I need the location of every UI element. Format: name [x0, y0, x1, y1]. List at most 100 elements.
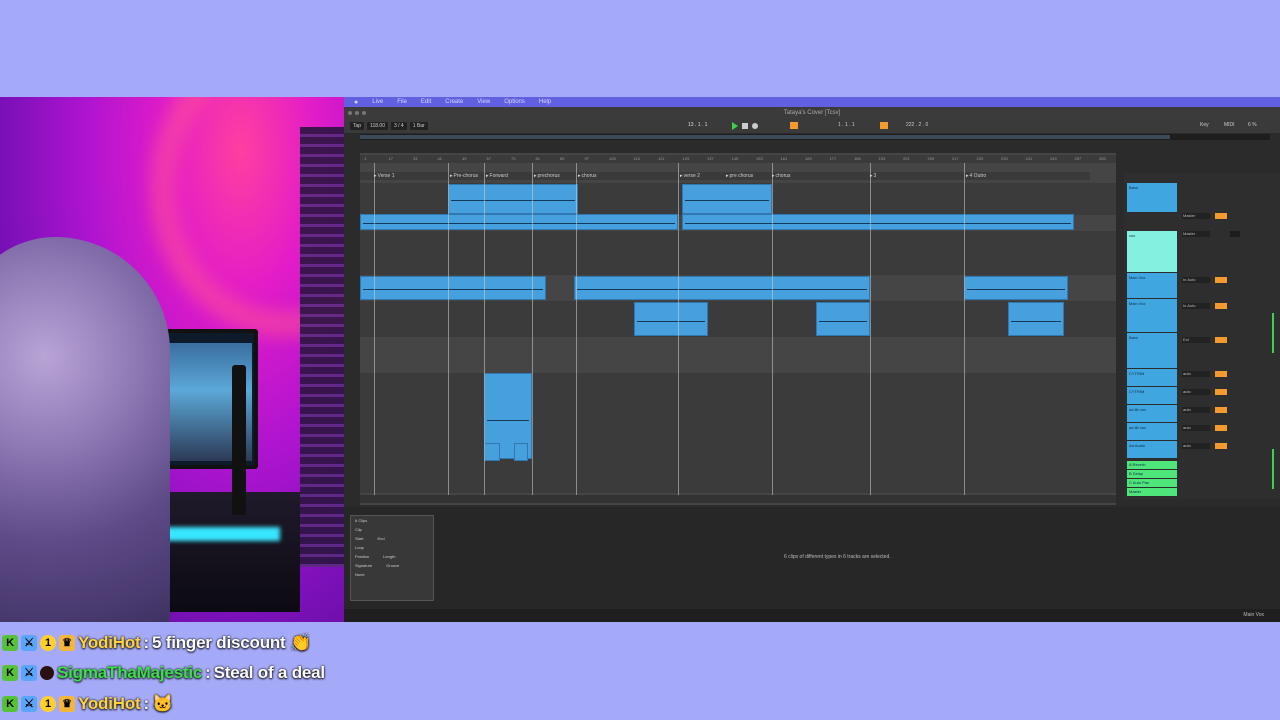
chat-username[interactable]: YodiHot — [78, 633, 141, 653]
groove-select[interactable]: None — [355, 572, 365, 577]
menu-options[interactable]: Options — [504, 99, 525, 105]
volume-control[interactable] — [1215, 213, 1227, 219]
track-input[interactable]: auto — [1182, 425, 1210, 431]
volume-control[interactable] — [1215, 277, 1227, 283]
mixer-track[interactable]: Bass — [1127, 183, 1177, 213]
menu-live[interactable]: Live — [372, 99, 383, 105]
arrangement-clip[interactable] — [634, 302, 708, 336]
track-lane-6[interactable] — [360, 337, 1116, 373]
track-input[interactable]: auto — [1182, 443, 1210, 449]
arrangement-clip[interactable] — [514, 443, 528, 461]
arrangement-clip[interactable] — [964, 276, 1068, 300]
track-output[interactable]: Master — [1182, 231, 1210, 237]
arrangement-clip[interactable] — [1008, 302, 1064, 336]
chat-message: K ⚔ 1 ♛ YodiHot : 🐱 — [2, 691, 173, 717]
zoom-window-button[interactable] — [362, 111, 366, 115]
arrangement-clip[interactable] — [682, 184, 772, 214]
mixer-track[interactable]: Ad Audio — [1127, 441, 1177, 459]
menu-help[interactable]: Help — [539, 99, 551, 105]
end-label: End — [377, 536, 385, 541]
volume-control[interactable] — [1215, 425, 1227, 431]
midi-map-button[interactable]: MIDI — [1224, 122, 1235, 128]
stop-button[interactable] — [742, 123, 748, 129]
loop-length-field[interactable]: 222 . 2 . 0 — [906, 122, 928, 128]
master-track[interactable]: Master — [1127, 488, 1177, 497]
close-window-button[interactable] — [348, 111, 352, 115]
locator-lane[interactable]: Verse 1 Pre-chorus Forward prechorus chorus v… — [360, 172, 1090, 180]
mixer-track[interactable]: Main Vox — [1127, 273, 1177, 299]
mixer-track[interactable]: vox — [1127, 231, 1177, 273]
track-lane-3[interactable] — [360, 231, 1116, 275]
clip-properties-panel: 6 Clips Clip Start End Loop Position Lengt… — [350, 515, 434, 601]
song-position[interactable]: 13 . 1 . 1 — [688, 122, 707, 128]
song-overview[interactable] — [360, 134, 1270, 140]
track-output[interactable]: Master — [1182, 213, 1210, 219]
locator-marker[interactable]: chorus — [578, 173, 597, 179]
menu-file[interactable]: File — [397, 99, 407, 105]
return-track-a[interactable]: A Reverb — [1127, 461, 1177, 470]
time-ruler[interactable] — [360, 495, 1116, 503]
arrangement-clip[interactable] — [360, 214, 678, 230]
track-input[interactable]: auto — [1182, 407, 1210, 413]
mixer-track[interactable]: ad-lib vox — [1127, 423, 1177, 441]
chat-text: 5 finger discount 👏 — [151, 633, 312, 652]
chat-username[interactable]: YodiHot — [78, 694, 141, 714]
play-button[interactable] — [732, 122, 738, 130]
arrangement-clip[interactable] — [448, 184, 578, 214]
arrangement-clip[interactable] — [484, 443, 500, 461]
locator-marker[interactable]: pre chorus — [726, 173, 754, 179]
mixer-track[interactable]: CYTRIM — [1127, 369, 1177, 387]
menu-edit[interactable]: Edit — [421, 99, 431, 105]
signature-field[interactable]: 3 / 4 — [390, 122, 407, 130]
track-input[interactable]: In Auto — [1182, 277, 1210, 283]
track-lane-5[interactable] — [360, 301, 1116, 337]
arrangement-clip[interactable] — [682, 214, 1074, 230]
record-button[interactable] — [752, 123, 758, 129]
subscriber-badge-icon: ♛ — [59, 635, 75, 651]
return-track-b[interactable]: B Delay — [1127, 470, 1177, 479]
volume-control[interactable] — [1215, 407, 1227, 413]
locator-marker[interactable]: Verse 1 — [374, 173, 395, 179]
mixer-track[interactable]: CYTRIM — [1127, 387, 1177, 405]
menu-view[interactable]: View — [477, 99, 490, 105]
ruler-tick: 201 — [903, 156, 910, 161]
volume-control[interactable] — [1215, 337, 1227, 343]
mixer-track[interactable]: Main Vox — [1127, 299, 1177, 333]
key-map-button[interactable]: Key — [1200, 122, 1209, 128]
volume-control[interactable] — [1215, 303, 1227, 309]
apple-icon[interactable]: ● — [354, 99, 358, 106]
minimize-window-button[interactable] — [355, 111, 359, 115]
volume-control[interactable] — [1230, 231, 1240, 237]
arrangement-clip[interactable] — [574, 276, 870, 300]
locator-marker[interactable]: chorus — [772, 173, 791, 179]
locator-marker[interactable]: Forward — [486, 173, 508, 179]
mixer-track[interactable]: ad-lib vox — [1127, 405, 1177, 423]
volume-control[interactable] — [1215, 389, 1227, 395]
beat-time-ruler[interactable]: 1 17 33 41 49 57 73 81 89 97 105 113 121 129 137 145 153… — [360, 155, 1116, 163]
locator-marker[interactable]: Pre-chorus — [450, 173, 478, 179]
loop-start-field[interactable]: 1 . 1 . 1 — [838, 122, 855, 128]
chat-username[interactable]: SigmaThaMajestic — [57, 663, 202, 683]
mixer-track[interactable]: Bass — [1127, 333, 1177, 369]
track-lane-7[interactable] — [360, 373, 1116, 493]
volume-control[interactable] — [1215, 443, 1227, 449]
locator-marker[interactable]: prechorus — [534, 173, 560, 179]
arrangement-clip[interactable] — [360, 276, 546, 300]
loop-button[interactable]: Loop — [355, 545, 364, 550]
loop-switch[interactable] — [880, 122, 888, 129]
quantize-menu[interactable]: 1 Bar — [409, 122, 428, 130]
track-name: ad-lib vox — [1129, 425, 1147, 430]
tempo-field[interactable]: 118.00 — [367, 122, 388, 130]
track-input[interactable]: auto — [1182, 389, 1210, 395]
volume-control[interactable] — [1215, 371, 1227, 377]
menu-create[interactable]: Create — [445, 99, 463, 105]
arrangement-clip[interactable] — [816, 302, 870, 336]
track-input[interactable]: In Auto — [1182, 303, 1210, 309]
locator-marker[interactable]: 4 Outro — [966, 173, 987, 179]
track-input[interactable]: auto — [1182, 371, 1210, 377]
automation-arm-button[interactable] — [790, 122, 798, 129]
tap-button[interactable]: Tap — [350, 122, 365, 130]
return-track-c[interactable]: C Auto Pan — [1127, 479, 1177, 488]
locator-marker[interactable]: verse 2 — [680, 173, 700, 179]
track-input[interactable]: Ext — [1182, 337, 1210, 343]
